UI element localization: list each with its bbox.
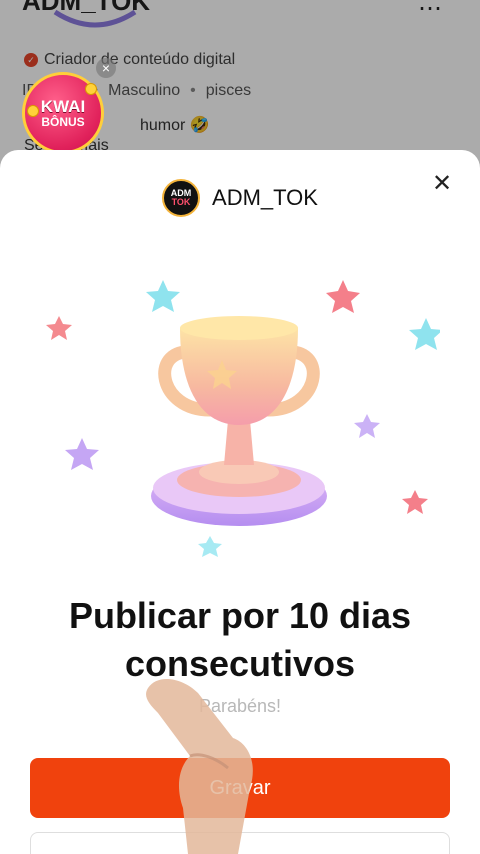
- secondary-button[interactable]: [30, 832, 450, 854]
- kwai-bonus-badge[interactable]: KWAI BÔNUS: [22, 72, 104, 154]
- achievement-title: Publicar por 10 dias consecutivos: [68, 595, 412, 684]
- sheet-header: ADM TOK ADM_TOK: [0, 178, 480, 218]
- account-avatar: ADM TOK: [162, 179, 201, 217]
- record-button[interactable]: Gravar: [30, 758, 450, 818]
- bonus-close-icon[interactable]: ×: [96, 58, 116, 78]
- sheet-username: ADM_TOK: [212, 185, 318, 210]
- bonus-subtitle: BÔNUS: [41, 114, 85, 129]
- achievement-sheet: ADM TOK ADM_TOK ✕ Publicar por 10 dias c…: [0, 150, 480, 854]
- avatar-text-bottom: TOK: [171, 197, 191, 207]
- coin-icon: [27, 105, 39, 117]
- trophy-illustration: [46, 280, 440, 557]
- close-icon[interactable]: ✕: [430, 172, 454, 196]
- achievement-subtitle: Parabéns!: [198, 696, 282, 716]
- bonus-title: KWAI: [40, 96, 86, 116]
- coin-icon: [85, 83, 97, 95]
